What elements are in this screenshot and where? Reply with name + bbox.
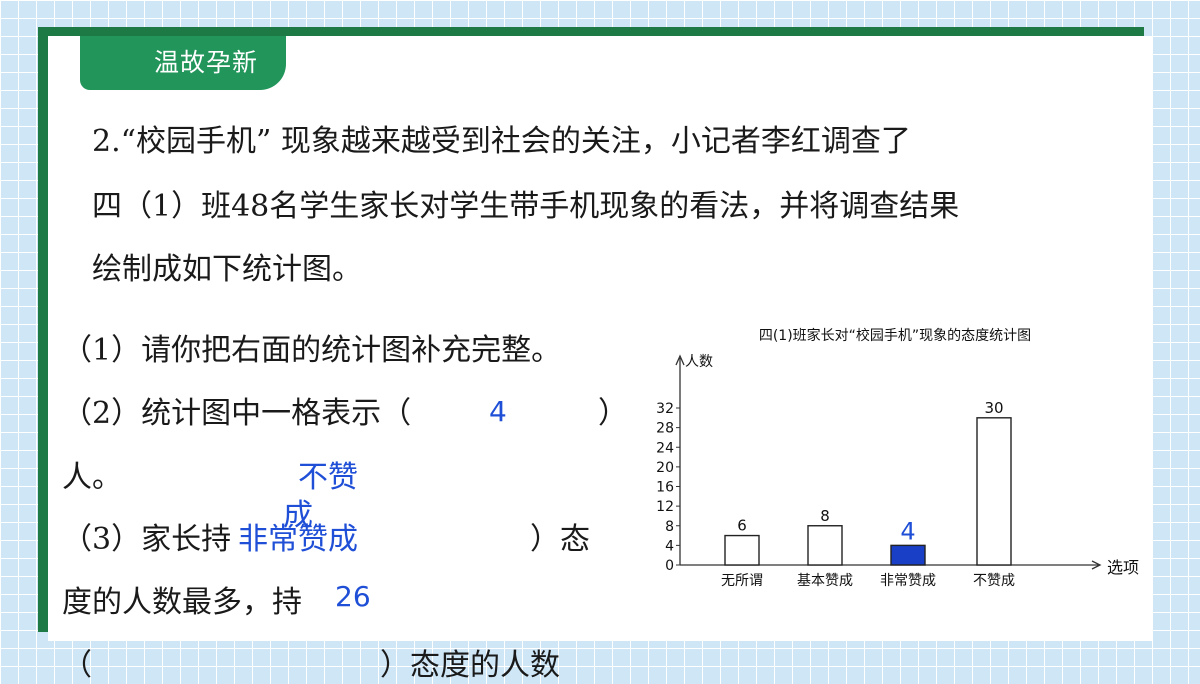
y-tick-label: 16: [656, 480, 674, 496]
bar-value-label: 6: [737, 517, 747, 535]
y-tick-label: 20: [656, 460, 674, 476]
x-tick-label: 非常赞成: [880, 573, 936, 589]
y-tick-label: 4: [665, 538, 674, 554]
subquestion-3-line2: 度的人数最多，持: [62, 585, 302, 620]
x-axis-label: 选项: [1107, 558, 1139, 577]
chart-svg: 四(1)班家长对“校园手机”现象的态度统计图人数选项 0 4 8 12 16 20 24 28 3…: [656, 327, 1139, 589]
y-tick-label: 32: [656, 401, 674, 417]
question-line-3: 绘制成如下统计图。: [92, 252, 362, 287]
subquestion-3-line3: ）态度的人数: [380, 648, 560, 683]
question-line-2: 四（1）班48名学生家长对学生带手机现象的看法，并将调查结果: [92, 189, 960, 224]
bar-value-label: 4: [900, 517, 915, 545]
bar-value-label: 8: [820, 507, 830, 525]
question-line-1: 2.“校园手机” 现象越来越受到社会的关注，小记者李红调查了: [92, 124, 911, 159]
y-tick-label: 8: [665, 519, 674, 535]
bar: [976, 417, 1012, 566]
answer-3-third: 26: [335, 580, 371, 613]
subquestion-2-end: 人。: [62, 460, 122, 495]
section-title: 温故孕新: [80, 36, 286, 90]
bar: [807, 525, 843, 566]
bar-value-label: 30: [984, 399, 1003, 417]
x-tick-label: 不赞成: [973, 573, 1015, 589]
bar-chart: 四(1)班家长对“校园手机”现象的态度统计图人数选项 0 4 8 12 16 20 24 28 3…: [640, 318, 1160, 598]
x-tick-label: 基本赞成: [797, 572, 853, 589]
x-tick-label: 无所谓: [721, 573, 763, 589]
subquestion-2-start: （2）统计图中一格表示（: [62, 396, 412, 431]
y-axis-label: 人数: [685, 354, 713, 370]
chart-title: 四(1)班家长对“校园手机”现象的态度统计图: [759, 327, 1031, 344]
y-tick-label: 12: [656, 499, 674, 515]
subquestion-2-close: ）: [598, 396, 628, 431]
subquestion-3-start: （3）家长持: [62, 522, 232, 557]
subquestion-3-mid: ）态: [530, 522, 590, 557]
subquestion-1: （1）请你把右面的统计图补充完整。: [62, 333, 562, 368]
bar: [724, 534, 760, 566]
y-tick-label: 24: [656, 440, 674, 456]
answer-2: 4: [489, 395, 507, 428]
y-tick-label: 0: [665, 558, 674, 574]
subquestion-3-paren-open: （: [62, 648, 92, 683]
y-tick-label: 28: [656, 421, 674, 437]
bar: [890, 544, 926, 566]
answer-3-second: 非常赞成: [238, 522, 358, 557]
